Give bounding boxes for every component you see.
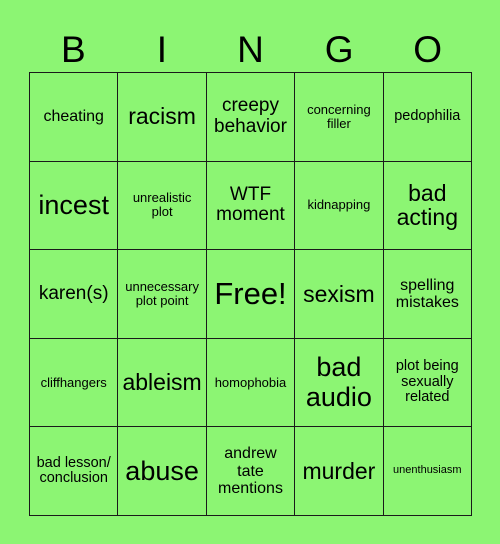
bingo-cell[interactable]: kidnapping [295, 161, 384, 251]
bingo-cell-label: concerning filler [307, 101, 371, 131]
bingo-card: B I N G O cheating racism creepy behavior c… [0, 0, 500, 544]
bingo-cell-label: plot being sexually related [395, 358, 459, 406]
bingo-cell-label: andrew tate mentions [218, 445, 283, 497]
bingo-header-letter-b: B [60, 28, 86, 70]
bingo-cell[interactable]: bad acting [383, 161, 472, 251]
bingo-cell[interactable]: racism [118, 73, 207, 162]
bingo-cell-label: racism [128, 103, 196, 130]
bingo-cell-label: unenthusiasm [393, 464, 462, 477]
bingo-cell[interactable]: abuse [118, 427, 207, 516]
bingo-header-letter-n: N [237, 28, 264, 70]
bingo-cell[interactable]: WTF moment [206, 161, 296, 251]
bingo-cell-label: bad audio [305, 352, 372, 412]
bingo-cell[interactable]: bad lesson/ conclusion [30, 427, 119, 516]
bingo-cell[interactable]: spelling mistakes [383, 250, 472, 339]
bingo-cell[interactable]: unrealistic plot [118, 161, 207, 251]
bingo-cell-label: ableism [122, 369, 202, 396]
bingo-cell[interactable]: creepy behavior [206, 73, 296, 162]
bingo-cell-label: spelling mistakes [395, 276, 459, 311]
bingo-cell[interactable]: unenthusiasm [383, 427, 472, 516]
bingo-cell[interactable]: ableism [118, 338, 207, 428]
bingo-cell-label: Free! [214, 276, 287, 312]
bingo-cell-label: pedophilia [394, 107, 461, 124]
bingo-cell[interactable]: bad audio [295, 338, 384, 428]
bingo-cell[interactable]: cheating [30, 73, 119, 162]
bingo-cell-label: homophobia [214, 374, 287, 390]
bingo-header: B I N G O [29, 26, 472, 72]
bingo-cell-label: sexism [303, 280, 375, 307]
bingo-cell[interactable]: sexism [295, 250, 384, 339]
bingo-cell[interactable]: cliffhangers [30, 338, 119, 428]
bingo-cell-label: karen(s) [38, 282, 109, 304]
bingo-cell-label: bad lesson/ conclusion [36, 454, 111, 487]
bingo-grid: cheating racism creepy behavior concerning … [29, 72, 472, 516]
bingo-cell-label: cheating [43, 108, 104, 126]
bingo-cell[interactable]: murder [295, 427, 384, 516]
bingo-cell[interactable]: karen(s) [30, 250, 119, 339]
bingo-cell[interactable]: andrew tate mentions [206, 427, 296, 516]
bingo-cell[interactable]: plot being sexually related [383, 338, 472, 428]
bingo-cell-label: incest [38, 189, 109, 220]
bingo-free-space[interactable]: Free! [206, 250, 296, 339]
bingo-cell-label: unnecessary plot point [125, 278, 199, 308]
bingo-cell-label: cliffhangers [40, 374, 107, 390]
bingo-header-letter-o: O [413, 28, 443, 70]
bingo-cell[interactable]: incest [30, 161, 119, 251]
bingo-cell[interactable]: homophobia [206, 338, 296, 428]
bingo-cell-label: kidnapping [307, 197, 371, 213]
bingo-cell-label: creepy behavior [214, 95, 287, 137]
bingo-cell[interactable]: concerning filler [295, 73, 384, 162]
bingo-header-letter-i: I [156, 28, 168, 70]
bingo-cell-label: WTF moment [216, 183, 285, 226]
bingo-cell[interactable]: pedophilia [383, 73, 472, 162]
bingo-cell-label: unrealistic plot [132, 190, 192, 220]
bingo-cell-label: abuse [125, 455, 199, 486]
bingo-cell-label: bad acting [396, 179, 458, 231]
bingo-cell[interactable]: unnecessary plot point [118, 250, 207, 339]
bingo-cell-label: murder [302, 457, 376, 484]
bingo-header-letter-g: G [324, 28, 354, 70]
